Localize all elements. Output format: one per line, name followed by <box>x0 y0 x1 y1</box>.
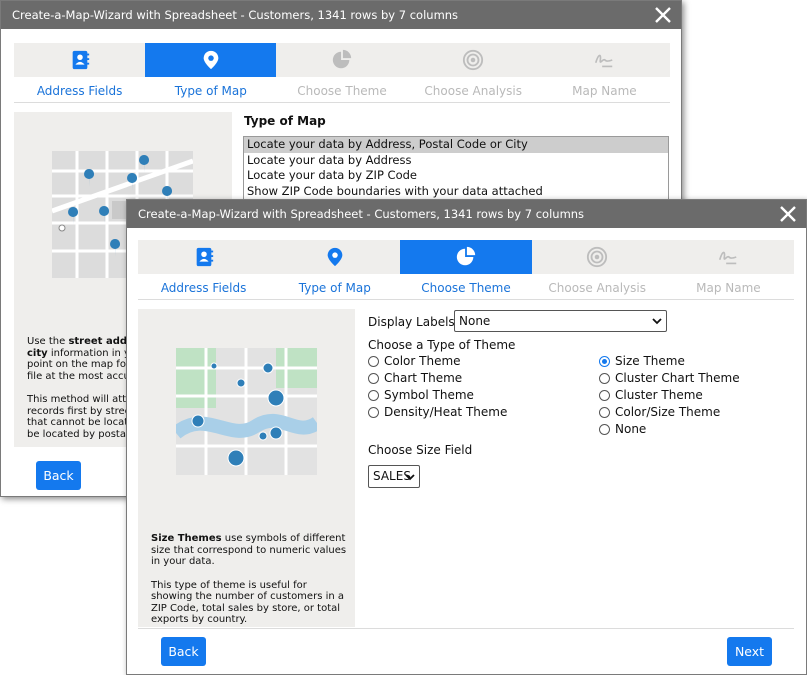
close-icon[interactable] <box>776 202 800 226</box>
help-text-bold: Size Themes <box>151 533 222 544</box>
display-labels-select[interactable]: None <box>454 310 667 332</box>
map-type-listbox[interactable]: Locate your data by Address, Postal Code… <box>243 136 669 200</box>
dialog-title: Create-a-Map-Wizard with Spreadsheet - C… <box>12 8 459 22</box>
radio-cluster-theme[interactable]: Cluster Theme <box>599 388 703 402</box>
help-panel: Size Themes use symbols of different siz… <box>138 309 355 627</box>
help-text-fragment: This method will attem <box>27 394 142 405</box>
help-text-bold: city <box>27 347 48 359</box>
map-type-option[interactable]: Show ZIP Code boundaries with your data … <box>244 184 668 200</box>
step-type-of-map[interactable] <box>269 240 400 274</box>
back-button[interactable]: Back <box>36 461 81 490</box>
radio-symbol-theme[interactable]: Symbol Theme <box>368 388 474 402</box>
title-bar: Create-a-Map-Wizard with Spreadsheet - C… <box>1 1 681 29</box>
target-icon <box>463 49 484 71</box>
radio-button[interactable] <box>599 389 610 401</box>
address-book-icon <box>72 50 89 70</box>
step-choose-theme[interactable] <box>400 240 532 274</box>
type-of-map-heading: Type of Map <box>244 114 326 128</box>
next-button[interactable]: Next <box>727 637 772 666</box>
size-map-illustration <box>176 348 317 475</box>
map-pin-icon <box>203 50 219 70</box>
step-label-choose-analysis: Choose Analysis <box>424 84 522 98</box>
back-button[interactable]: Back <box>161 637 206 666</box>
step-map-name <box>663 240 794 274</box>
chevron-down-icon <box>405 474 415 481</box>
radio-button[interactable] <box>368 389 379 401</box>
radio-color-theme[interactable]: Color Theme <box>368 354 461 368</box>
size-field-select[interactable]: SALES <box>368 465 420 488</box>
radio-label: Size Theme <box>615 354 685 368</box>
radio-button-selected[interactable] <box>599 355 610 367</box>
signature-icon <box>595 54 613 68</box>
wizard-step-labels: Address Fields Type of Map Choose Theme … <box>138 281 794 295</box>
radio-none-theme[interactable]: None <box>599 422 646 436</box>
step-choose-theme <box>276 43 407 77</box>
size-field-heading: Choose Size Field <box>368 443 473 457</box>
address-book-icon <box>196 247 213 267</box>
radio-button[interactable] <box>599 423 610 435</box>
radio-cluster-chart-theme[interactable]: Cluster Chart Theme <box>599 371 740 385</box>
radio-button[interactable] <box>368 355 379 367</box>
signature-icon <box>719 251 737 265</box>
map-type-option[interactable]: Locate your data by Address, Postal Code… <box>244 137 668 153</box>
target-icon <box>587 246 608 268</box>
radio-label: Cluster Chart Theme <box>615 371 740 385</box>
step-choose-analysis <box>408 43 539 77</box>
chevron-down-icon <box>652 318 662 325</box>
radio-label: None <box>615 422 647 436</box>
step-label-type-of-map[interactable]: Type of Map <box>269 281 400 295</box>
radio-label: Color Theme <box>384 354 461 368</box>
radio-button[interactable] <box>368 372 379 384</box>
pie-chart-icon <box>332 49 352 69</box>
step-label-map-name: Map Name <box>696 281 761 295</box>
divider <box>138 299 794 300</box>
radio-button[interactable] <box>599 406 610 418</box>
map-type-option[interactable]: Locate your data by ZIP Code <box>244 168 668 184</box>
step-map-name <box>539 43 670 77</box>
step-label-choose-analysis: Choose Analysis <box>548 281 646 295</box>
close-icon[interactable] <box>651 3 675 27</box>
radio-button[interactable] <box>368 406 379 418</box>
radio-label: Chart Theme <box>384 371 463 385</box>
title-bar: Create-a-Map-Wizard with Spreadsheet - C… <box>127 200 806 228</box>
pie-chart-icon <box>456 246 476 266</box>
divider <box>14 102 670 103</box>
step-address-fields[interactable] <box>138 240 269 274</box>
wizard-steps <box>14 43 670 77</box>
step-label-choose-theme: Choose Theme <box>297 84 387 98</box>
radio-size-theme[interactable]: Size Theme <box>599 354 685 368</box>
radio-label: Cluster Theme <box>615 388 703 402</box>
theme-heading: Choose a Type of Theme <box>368 338 516 352</box>
radio-color-size-theme[interactable]: Color/Size Theme <box>599 405 720 419</box>
theme-options: Display Labels None Choose a Type of The… <box>368 308 788 618</box>
step-label-choose-theme[interactable]: Choose Theme <box>400 281 531 295</box>
map-pin-icon <box>327 247 343 267</box>
step-label-address-fields[interactable]: Address Fields <box>138 281 269 295</box>
help-text-fragment: Use the <box>27 336 69 347</box>
step-label-type-of-map[interactable]: Type of Map <box>145 84 276 98</box>
help-text: Size Themes use symbols of different siz… <box>151 533 347 627</box>
radio-label: Symbol Theme <box>384 388 474 402</box>
wizard-steps <box>138 240 794 274</box>
step-label-address-fields[interactable]: Address Fields <box>14 84 145 98</box>
dialog-title: Create-a-Map-Wizard with Spreadsheet - C… <box>138 207 585 221</box>
display-labels-value: None <box>459 314 491 328</box>
radio-label: Density/Heat Theme <box>384 405 508 419</box>
help-text-paragraph: This type of theme is useful for showing… <box>151 579 345 626</box>
radio-chart-theme[interactable]: Chart Theme <box>368 371 462 385</box>
radio-density-heat-theme[interactable]: Density/Heat Theme <box>368 405 507 419</box>
radio-label: Color/Size Theme <box>615 405 721 419</box>
step-address-fields[interactable] <box>14 43 145 77</box>
display-labels-label: Display Labels <box>368 315 455 329</box>
help-text-fragment: that cannot be located <box>27 417 141 428</box>
step-type-of-map[interactable] <box>145 43 277 77</box>
footer-divider <box>138 628 794 629</box>
wizard-step-labels: Address Fields Type of Map Choose Theme … <box>14 84 670 98</box>
radio-button[interactable] <box>599 372 610 384</box>
wizard-dialog-choose-theme: Create-a-Map-Wizard with Spreadsheet - C… <box>126 199 807 675</box>
step-label-map-name: Map Name <box>572 84 637 98</box>
step-choose-analysis <box>532 240 663 274</box>
map-type-option[interactable]: Locate your data by Address <box>244 153 668 169</box>
